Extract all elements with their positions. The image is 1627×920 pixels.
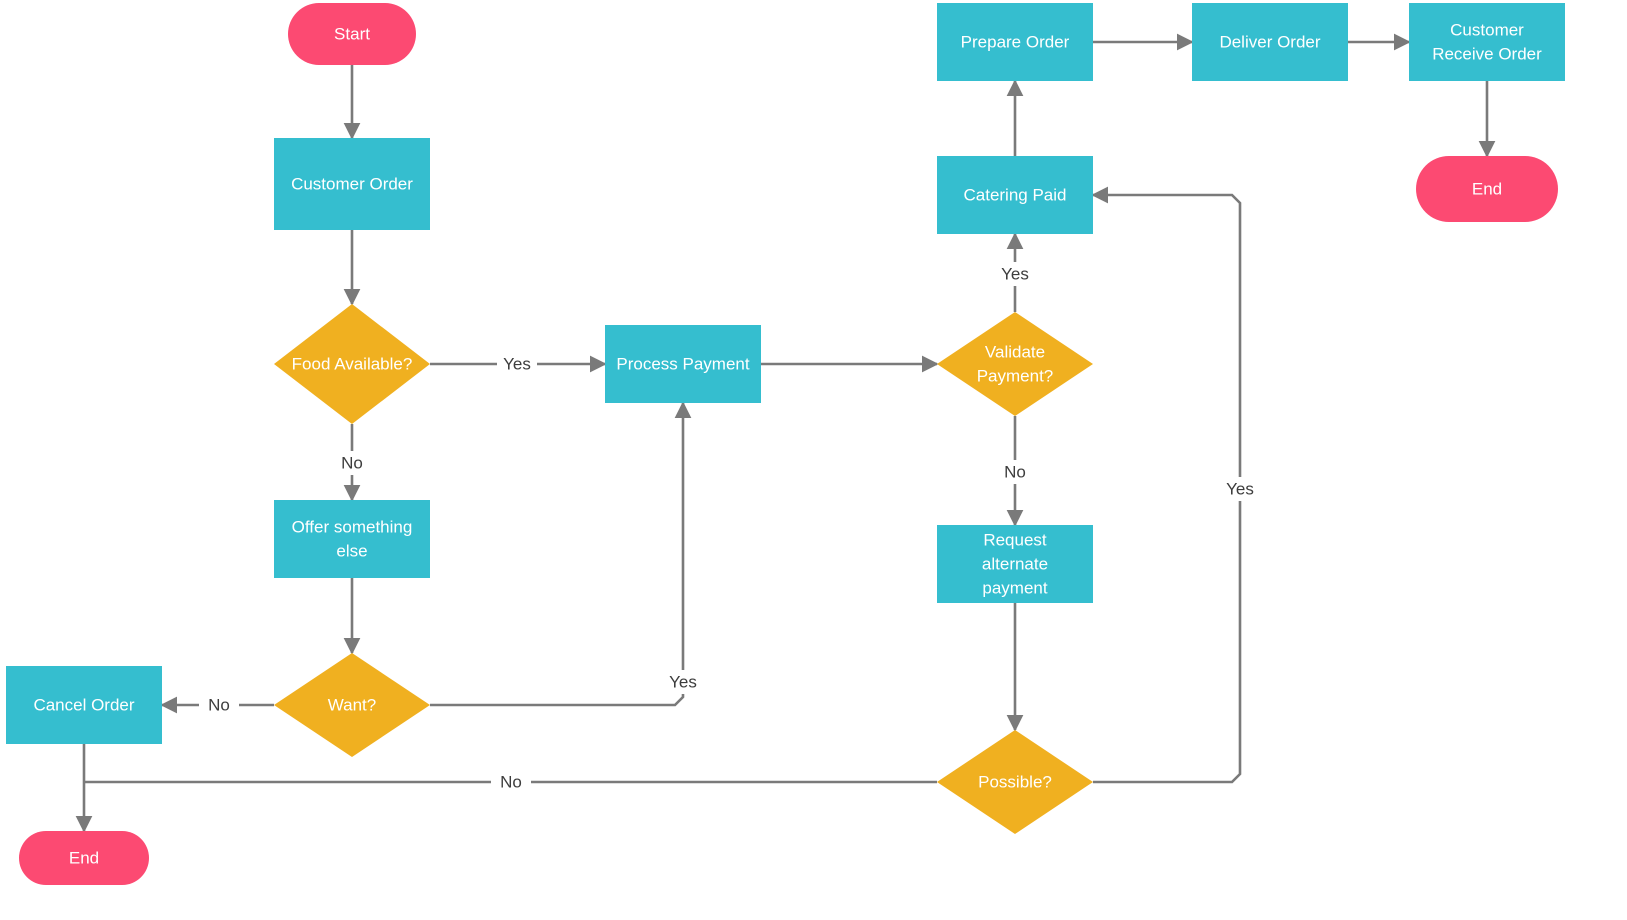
node-label: Payment? bbox=[977, 367, 1054, 386]
node-want[interactable]: Want? bbox=[274, 653, 430, 757]
edge-label-text: Yes bbox=[669, 673, 697, 692]
edge-label-text: No bbox=[500, 773, 522, 792]
node-label: Customer Order bbox=[291, 175, 413, 194]
flowchart-canvas: Start Customer Order Food Available? Offer … bbox=[6, 3, 1565, 885]
connector-possible-yes bbox=[1091, 186, 1242, 784]
node-customer-receive-order[interactable]: Customer Receive Order bbox=[1409, 3, 1565, 81]
node-end-right[interactable]: End bbox=[1416, 156, 1558, 222]
node-start[interactable]: Start bbox=[288, 3, 416, 65]
node-label: Want? bbox=[328, 696, 377, 715]
node-label: Request bbox=[983, 531, 1047, 550]
node-label: Start bbox=[334, 25, 370, 44]
node-label: Food Available? bbox=[292, 355, 413, 374]
node-label: End bbox=[1472, 180, 1502, 199]
node-label: Cancel Order bbox=[33, 696, 134, 715]
node-label: Validate bbox=[985, 343, 1045, 362]
edge-label-food-available-no: No bbox=[332, 451, 372, 475]
node-label: Catering Paid bbox=[963, 186, 1066, 205]
node-request-alternate-payment[interactable]: Request alternate payment bbox=[937, 525, 1093, 603]
edge-label-want-yes: Yes bbox=[663, 670, 703, 694]
node-label: Deliver Order bbox=[1219, 33, 1320, 52]
process-shape bbox=[1409, 3, 1565, 81]
edge-label-want-no: No bbox=[199, 693, 239, 717]
node-label: Offer something bbox=[292, 518, 413, 537]
connector-want-yes bbox=[430, 401, 692, 707]
edge-label-text: No bbox=[208, 696, 230, 715]
node-catering-paid[interactable]: Catering Paid bbox=[937, 156, 1093, 234]
node-label: End bbox=[69, 849, 99, 868]
node-end-left[interactable]: End bbox=[19, 831, 149, 885]
node-food-available[interactable]: Food Available? bbox=[274, 304, 430, 424]
process-shape bbox=[274, 500, 430, 578]
decision-shape bbox=[937, 312, 1093, 416]
node-label: Customer bbox=[1450, 21, 1524, 40]
edge-label-text: No bbox=[1004, 463, 1026, 482]
edge-label-validate-yes: Yes bbox=[995, 262, 1035, 286]
edge-label-possible-yes: Yes bbox=[1220, 477, 1260, 501]
node-label: Prepare Order bbox=[961, 33, 1070, 52]
edge-label-text: Yes bbox=[503, 355, 531, 374]
node-label: Receive Order bbox=[1432, 45, 1542, 64]
edge-label-text: Yes bbox=[1001, 265, 1029, 284]
node-customer-order[interactable]: Customer Order bbox=[274, 138, 430, 230]
edge-label-text: Yes bbox=[1226, 480, 1254, 499]
nodes: Start Customer Order Food Available? Offer … bbox=[6, 3, 1565, 885]
node-cancel-order[interactable]: Cancel Order bbox=[6, 666, 162, 744]
node-label: Process Payment bbox=[616, 355, 749, 374]
node-possible[interactable]: Possible? bbox=[937, 730, 1093, 834]
node-label: alternate bbox=[982, 555, 1048, 574]
node-validate-payment[interactable]: Validate Payment? bbox=[937, 312, 1093, 416]
node-offer-something-else[interactable]: Offer something else bbox=[274, 500, 430, 578]
node-label: else bbox=[336, 542, 367, 561]
edge-label-validate-no: No bbox=[995, 460, 1035, 484]
node-label: Possible? bbox=[978, 773, 1052, 792]
node-process-payment[interactable]: Process Payment bbox=[605, 325, 761, 403]
node-label: payment bbox=[982, 579, 1047, 598]
node-deliver-order[interactable]: Deliver Order bbox=[1192, 3, 1348, 81]
edge-label-food-available-yes: Yes bbox=[497, 352, 537, 376]
node-prepare-order[interactable]: Prepare Order bbox=[937, 3, 1093, 81]
edge-label-possible-no: No bbox=[491, 770, 531, 794]
edge-label-text: No bbox=[341, 454, 363, 473]
